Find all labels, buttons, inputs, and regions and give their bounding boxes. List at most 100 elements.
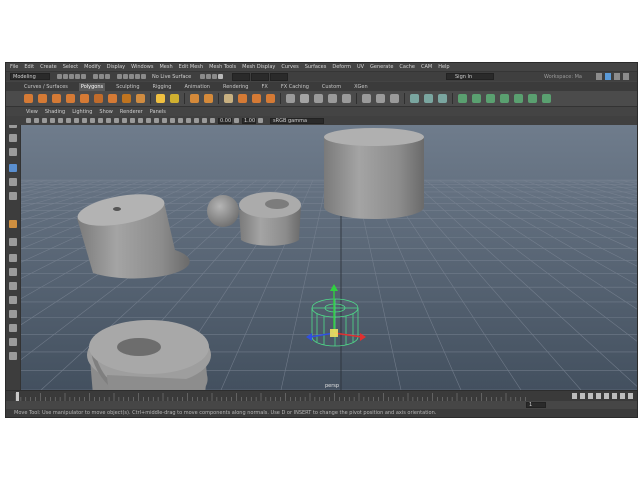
safe-action-icon[interactable] [98, 118, 103, 123]
combine-icon[interactable] [190, 94, 199, 103]
shadows-icon[interactable] [146, 118, 151, 123]
poly-sphere-icon[interactable] [24, 94, 33, 103]
separate-icon[interactable] [204, 94, 213, 103]
redo-icon[interactable] [81, 74, 86, 79]
current-time-marker[interactable] [16, 392, 19, 401]
menu-surfaces[interactable]: Surfaces [305, 64, 327, 70]
menu-mesh-tools[interactable]: Mesh Tools [209, 64, 236, 70]
panel-menu-lighting[interactable]: Lighting [72, 109, 92, 115]
select-hierarchy-icon[interactable] [93, 74, 98, 79]
shelf-tab-animation[interactable]: Animation [182, 83, 212, 91]
panel-menu-renderer[interactable]: Renderer [120, 109, 143, 115]
open-scene-icon[interactable] [63, 74, 68, 79]
modeling-toolkit-icon[interactable] [596, 73, 602, 80]
menu-edit-mesh[interactable]: Edit Mesh [179, 64, 203, 70]
play-backward-icon[interactable] [596, 393, 601, 399]
render-current-frame-icon[interactable] [200, 74, 206, 79]
poly-torus-alt-icon[interactable] [500, 94, 509, 103]
use-all-lights-icon[interactable] [138, 118, 143, 123]
poly-cube-alt-icon[interactable] [472, 94, 481, 103]
view-transform-select[interactable]: sRGB gamma [270, 117, 324, 124]
move-tool-icon[interactable] [9, 164, 17, 172]
input-field-1[interactable] [232, 72, 251, 81]
make-live-icon[interactable] [141, 74, 146, 79]
multi-cut-icon[interactable] [328, 94, 337, 103]
pipe-icon[interactable] [410, 94, 419, 103]
shelf-tab-rigging[interactable]: Rigging [151, 83, 174, 91]
panel-menu-view[interactable]: View [26, 109, 38, 115]
current-frame-field[interactable]: 1 [526, 402, 546, 408]
persp-graph-layout-icon[interactable] [9, 282, 17, 290]
play-forward-icon[interactable] [604, 393, 609, 399]
resolution-gate-icon[interactable] [74, 118, 79, 123]
small-torus[interactable] [239, 192, 301, 246]
extrude-icon[interactable] [286, 94, 295, 103]
poly-cube-icon[interactable] [38, 94, 47, 103]
shelf-tab-fx[interactable]: FX [260, 83, 270, 91]
shelf-tab-curves-surfaces[interactable]: Curves / Surfaces [22, 83, 70, 91]
snap-point-icon[interactable] [129, 74, 134, 79]
sign-in-button[interactable]: Sign In [446, 73, 494, 80]
film-gate-icon[interactable] [66, 118, 71, 123]
grid-toggle-icon[interactable] [58, 118, 63, 123]
poly-plane-icon[interactable] [94, 94, 103, 103]
shelf-tab-fx-caching[interactable]: FX Caching [279, 83, 311, 91]
step-forward-frame-icon[interactable] [612, 393, 617, 399]
snap-view-plane-icon[interactable] [135, 74, 140, 79]
shelf-tab-rendering[interactable]: Rendering [221, 83, 251, 91]
field-chart-icon[interactable] [90, 118, 95, 123]
gate-mask-icon[interactable] [82, 118, 87, 123]
isolate-select-icon[interactable] [178, 118, 183, 123]
smooth-shade-icon[interactable] [114, 118, 119, 123]
smooth-proxy-icon[interactable] [514, 94, 523, 103]
menu-deform[interactable]: Deform [332, 64, 351, 70]
camera-attributes-icon[interactable] [34, 118, 39, 123]
select-object-icon[interactable] [99, 74, 104, 79]
step-back-key-icon[interactable] [580, 393, 585, 399]
pivot-tool-icon[interactable] [542, 94, 551, 103]
step-back-frame-icon[interactable] [588, 393, 593, 399]
gamma-field[interactable]: 1.00 [242, 117, 256, 124]
soccer-ball-icon[interactable] [438, 94, 447, 103]
poly-cone-icon[interactable] [66, 94, 75, 103]
menu-edit[interactable]: Edit [24, 64, 34, 70]
shelf-tab-custom[interactable]: Custom [320, 83, 343, 91]
menu-cache[interactable]: Cache [399, 64, 415, 70]
panel-menu-shading[interactable]: Shading [45, 109, 65, 115]
undo-icon[interactable] [75, 74, 80, 79]
menu-display[interactable]: Display [107, 64, 125, 70]
bevel-icon[interactable] [314, 94, 323, 103]
viewport-canvas[interactable] [21, 125, 637, 390]
sphere[interactable] [207, 195, 239, 227]
new-scene-icon[interactable] [57, 74, 62, 79]
outliner-layout-icon[interactable] [9, 296, 17, 304]
rotate-tool-icon[interactable] [9, 178, 17, 186]
last-tool-icon[interactable] [9, 220, 17, 228]
menu-mesh[interactable]: Mesh [159, 64, 172, 70]
select-camera-icon[interactable] [26, 118, 31, 123]
xray-icon[interactable] [186, 118, 191, 123]
crease-icon[interactable] [528, 94, 537, 103]
bridge-icon[interactable] [300, 94, 309, 103]
smooth-icon[interactable] [224, 94, 233, 103]
mode-select[interactable]: Modeling [10, 73, 50, 80]
tool-settings-icon[interactable] [614, 73, 620, 80]
mirror-icon[interactable] [266, 94, 275, 103]
go-to-start-icon[interactable] [572, 393, 577, 399]
uv-editor-icon[interactable] [362, 94, 371, 103]
scale-tool-icon[interactable] [9, 192, 17, 200]
channel-box-icon[interactable] [623, 73, 629, 80]
ambient-occlusion-icon[interactable] [154, 118, 159, 123]
save-scene-icon[interactable] [69, 74, 74, 79]
lasso-tool-icon[interactable] [9, 134, 17, 142]
poly-cylinder-icon[interactable] [52, 94, 61, 103]
go-to-end-icon[interactable] [628, 393, 633, 399]
helix-icon[interactable] [424, 94, 433, 103]
menu-cam[interactable]: CAM [421, 64, 432, 70]
paint-select-icon[interactable] [9, 148, 17, 156]
select-component-icon[interactable] [105, 74, 110, 79]
boolean-union-icon[interactable] [238, 94, 247, 103]
textured-icon[interactable] [130, 118, 135, 123]
menu-curves[interactable]: Curves [281, 64, 298, 70]
poly-torus-icon[interactable] [80, 94, 89, 103]
